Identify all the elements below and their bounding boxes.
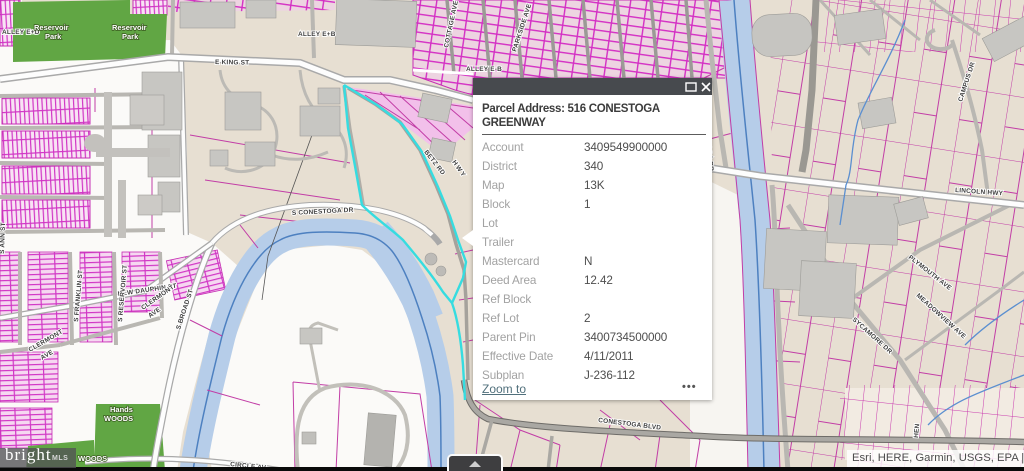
svg-text:E KING ST: E KING ST — [215, 59, 249, 67]
svg-text:WOODS: WOODS — [78, 454, 107, 463]
svg-text:ALLEY E-B: ALLEY E-B — [466, 66, 502, 73]
svg-text:Hands: Hands — [110, 405, 133, 414]
svg-text:HEN: HEN — [913, 423, 921, 438]
svg-text:Reservoir: Reservoir — [112, 23, 147, 32]
svg-text:Reservoir: Reservoir — [34, 23, 69, 32]
svg-text:Park: Park — [122, 32, 139, 41]
svg-text:WOODS: WOODS — [104, 414, 133, 423]
svg-text:S ANN ST: S ANN ST — [0, 222, 7, 254]
svg-text:Park: Park — [45, 32, 62, 41]
svg-text:ALLEY E+B: ALLEY E+B — [298, 31, 336, 38]
